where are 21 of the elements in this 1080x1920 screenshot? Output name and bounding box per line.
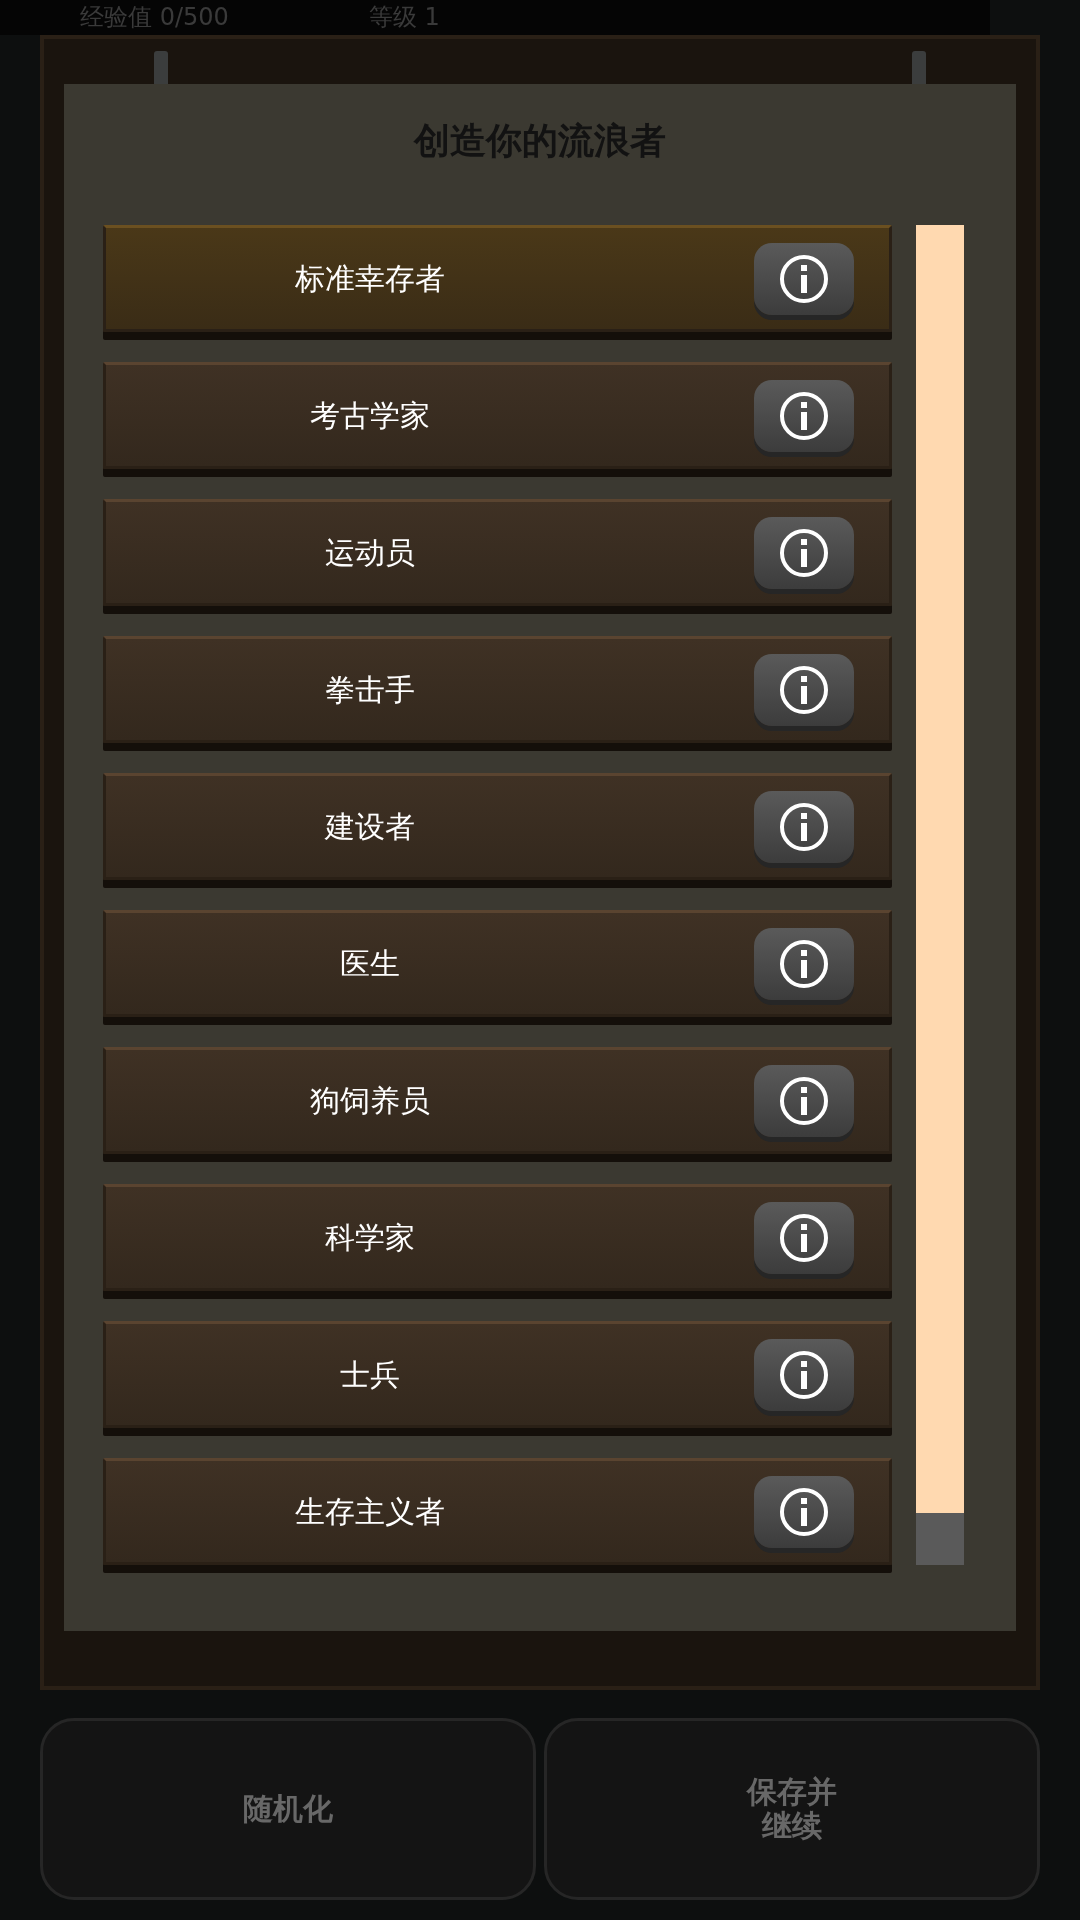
scrollbar-thumb[interactable]: [916, 1513, 964, 1565]
option-label: 标准幸存者: [294, 260, 446, 298]
info-icon: [778, 1074, 830, 1127]
option-label: 狗饲养员: [309, 1082, 431, 1120]
option-label: 医生: [339, 945, 401, 983]
info-icon: [778, 1211, 830, 1264]
info-icon: [778, 526, 830, 579]
info-icon: [778, 800, 830, 853]
info-icon: [778, 1485, 830, 1538]
info-icon: [778, 937, 830, 990]
info-icon: [778, 663, 830, 716]
info-icon: [778, 252, 830, 305]
info-icon: [778, 389, 830, 442]
option-label: 运动员: [324, 534, 416, 572]
info-icon: [778, 1348, 830, 1401]
option-label: 建设者: [323, 808, 416, 846]
option-label: 考古学家: [309, 397, 431, 435]
option-label: 士兵: [339, 1356, 401, 1394]
option-label: 生存主义者: [294, 1493, 446, 1531]
option-label: 科学家: [324, 1219, 416, 1257]
option-label: 拳击手: [324, 671, 416, 709]
